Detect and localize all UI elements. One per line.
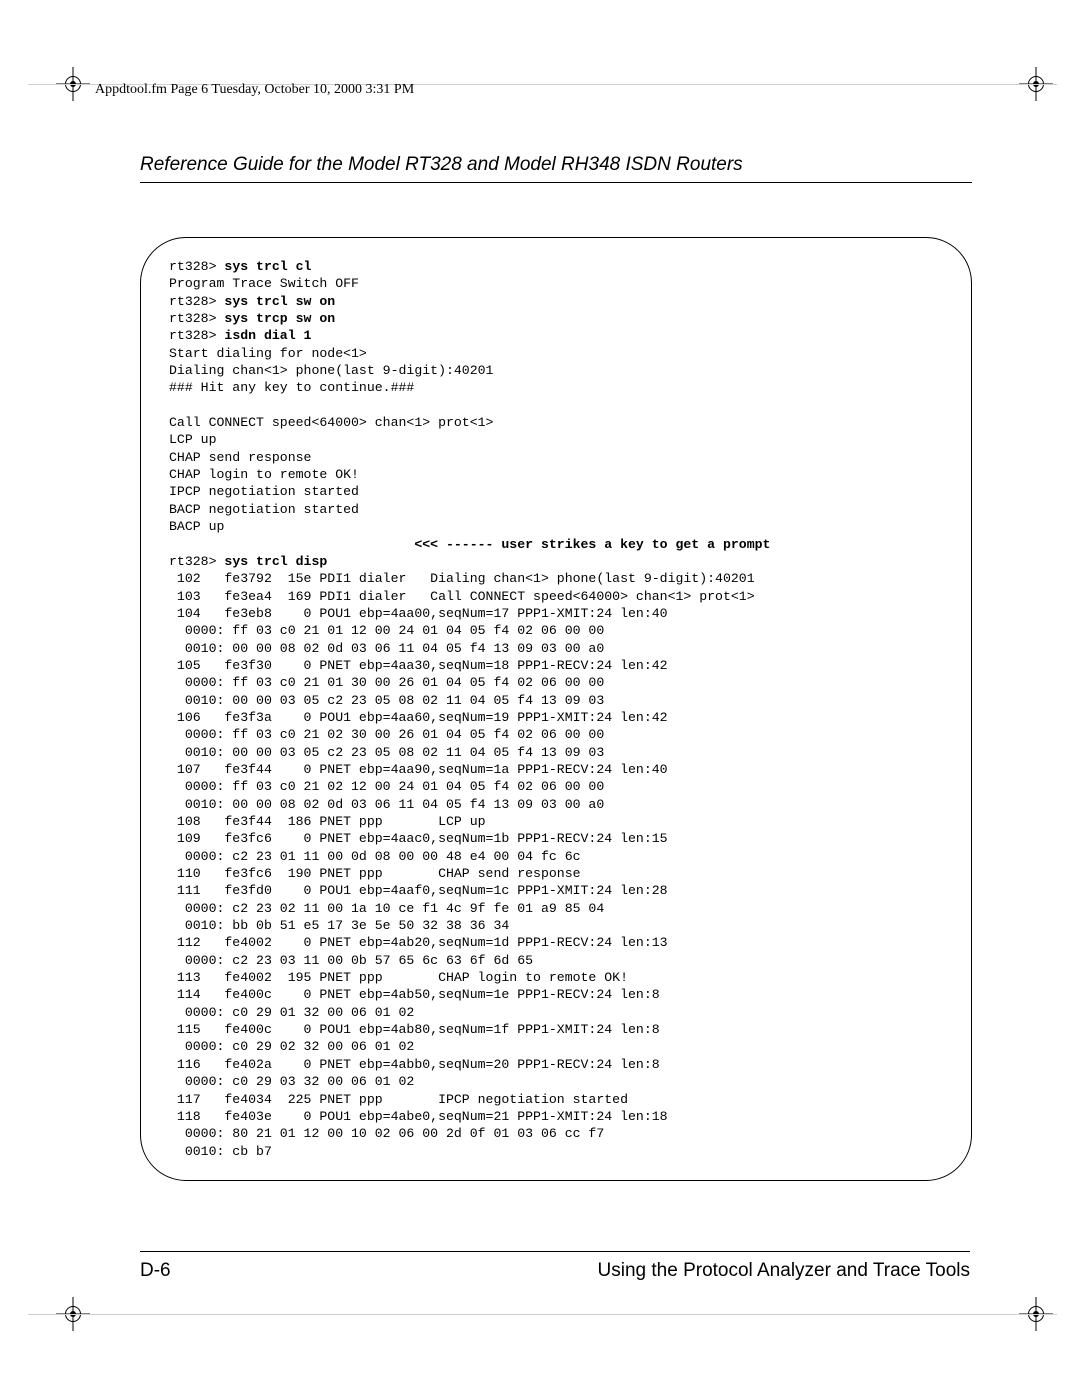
code-line-8: ### Hit any key to continue.###: [169, 380, 414, 395]
code-line-6: Start dialing for node<1>: [169, 346, 367, 361]
code-line-14: IPCP negotiation started: [169, 484, 359, 499]
code-line-5: rt328> isdn dial 1: [169, 328, 311, 343]
code-line-15: BACP negotiation started: [169, 502, 359, 517]
code-line-11: LCP up: [169, 432, 216, 447]
print-header: Appdtool.fm Page 6 Tuesday, October 10, …: [95, 82, 414, 98]
trace-output: 102 fe3792 15e PDI1 dialer Dialing chan<…: [169, 571, 755, 1158]
code-line-12: CHAP send response: [169, 450, 311, 465]
code-line-10: Call CONNECT speed<64000> chan<1> prot<1…: [169, 415, 493, 430]
page: Appdtool.fm Page 6 Tuesday, October 10, …: [0, 0, 1080, 1397]
footer-left: D-6: [140, 1260, 171, 1282]
code-line-13: CHAP login to remote OK!: [169, 467, 359, 482]
title-block: Reference Guide for the Model RT328 and …: [140, 154, 972, 183]
code-line-16: BACP up: [169, 519, 224, 534]
code-line-7: Dialing chan<1> phone(last 9-digit):4020…: [169, 363, 493, 378]
code-line-2: Program Trace Switch OFF: [169, 276, 359, 291]
document-title: Reference Guide for the Model RT328 and …: [140, 154, 743, 175]
page-footer: D-6 Using the Protocol Analyzer and Trac…: [140, 1251, 970, 1282]
code-panel: rt328> sys trcl cl Program Trace Switch …: [140, 237, 972, 1181]
code-prompt-note: <<< ------ user strikes a key to get a p…: [169, 537, 770, 552]
code-line-disp: rt328> sys trcl disp: [169, 554, 327, 569]
footer-right: Using the Protocol Analyzer and Trace To…: [598, 1260, 970, 1282]
code-line-3: rt328> sys trcl sw on: [169, 294, 335, 309]
code-line-4: rt328> sys trcp sw on: [169, 311, 335, 326]
code-line-1: rt328> sys trcl cl: [169, 259, 311, 274]
